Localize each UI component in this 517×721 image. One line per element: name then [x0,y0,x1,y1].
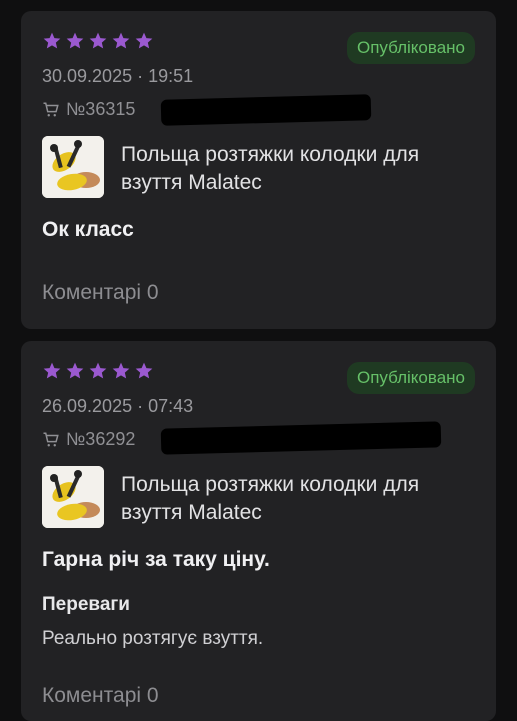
review-date: 30.09.2025 · 19:51 [42,66,194,86]
rating-stars [42,31,154,51]
pros-title: Переваги [42,594,130,615]
product-thumbnail[interactable] [42,466,104,528]
product-thumbnail[interactable] [42,136,104,198]
star-icon [112,32,130,49]
star-icon [66,362,84,379]
order-number[interactable]: №36315 [42,99,135,120]
star-icon [66,32,84,49]
product-name-link[interactable]: Польща розтяжки колодки для взуття Malat… [121,471,481,527]
star-icon [135,362,153,379]
order-number[interactable]: №36292 [42,429,135,450]
review-card: Опубліковано 30.09.2025 · 19:51 №36315 П… [21,11,496,329]
rating-stars [42,361,154,381]
review-text: Ок класс [42,218,134,241]
cart-icon [43,432,59,446]
product-name-link[interactable]: Польща розтяжки колодки для взуття Malat… [121,141,481,197]
star-icon [89,32,107,49]
redaction-mark [160,94,372,126]
review-text: Гарна річ за таку ціну. [42,548,270,571]
order-number-text: №36292 [66,429,136,449]
review-card: Опубліковано 26.09.2025 · 07:43 №36292 П… [21,341,496,721]
star-icon [135,32,153,49]
star-icon [43,32,61,49]
star-icon [89,362,107,379]
star-icon [112,362,130,379]
comments-link[interactable]: Коментарі 0 [42,281,159,305]
redaction-mark [160,421,442,455]
pros-text: Реально розтягує взуття. [42,628,264,649]
status-badge: Опубліковано [346,32,475,64]
star-icon [43,362,61,379]
review-date: 26.09.2025 · 07:43 [42,396,194,416]
order-number-text: №36315 [66,99,136,119]
status-badge: Опубліковано [346,362,475,394]
comments-link[interactable]: Коментарі 0 [42,684,159,708]
shoe-tree-image [42,466,104,528]
cart-icon [43,102,59,116]
shoe-tree-image [42,136,104,198]
